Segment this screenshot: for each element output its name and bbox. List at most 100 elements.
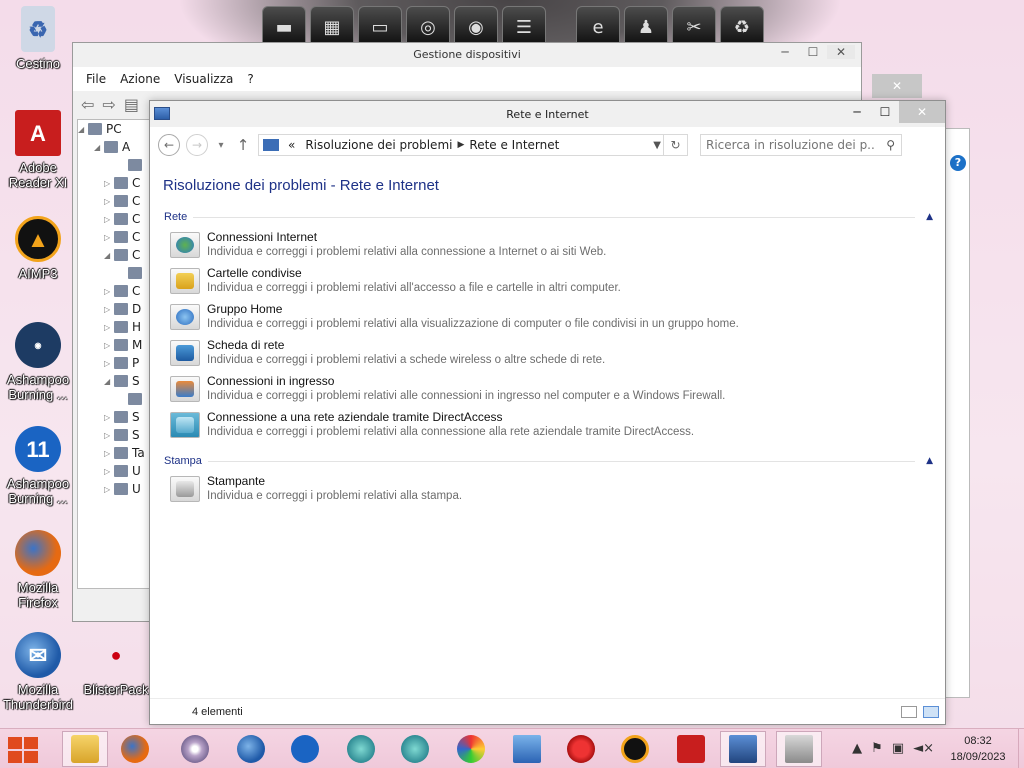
desktop-icon-ashampoo-11[interactable]: 11 Ashampoo Burning ... [0,426,76,506]
troubleshooter-item[interactable]: Cartelle condivise Individua e correggi … [150,263,945,299]
taskbar-paint[interactable] [448,731,494,767]
help-icon[interactable]: ? [950,155,966,171]
collapse-chevron-icon[interactable]: ▲ [926,212,933,222]
desktop-icon-cestino[interactable]: ♻ Cestino [0,6,76,71]
breadcrumb-rete-internet[interactable]: Rete e Internet [464,138,564,152]
taskbar-globe[interactable] [338,731,384,767]
item-title[interactable]: Connessioni in ingresso [207,374,725,389]
taskbar-hat[interactable] [558,731,604,767]
volume-muted-icon[interactable]: ◄× [913,741,934,756]
troubleshooter-item[interactable]: Scheda di rete Individua e correggi i pr… [150,335,945,371]
troubleshooting-window[interactable]: Rete e Internet ─ ☐ ✕ ← → ▾ ↑ « Risoluzi… [149,100,946,725]
item-title[interactable]: Cartelle condivise [207,266,621,281]
up-arrow-icon[interactable]: ↑ [234,136,252,154]
window-titlebar[interactable]: Rete e Internet ─ ☐ ✕ [150,101,945,127]
tree-node[interactable]: ▷ Ta [78,444,150,462]
tree-node[interactable] [78,156,150,174]
tree-node[interactable]: ▷ P [78,354,150,372]
taskbar-aimp[interactable] [612,731,658,767]
tree-node[interactable]: ▷ S [78,426,150,444]
network-status-icon[interactable]: ▣ [892,741,904,756]
troubleshooter-item[interactable]: Stampante Individua e correggi i problem… [150,471,945,507]
troubleshooter-item[interactable]: Connessioni Internet Individua e corregg… [150,227,945,263]
large-icons-view-icon[interactable] [923,705,939,718]
maximize-icon[interactable]: ☐ [799,45,827,59]
taskbar-clock[interactable]: 08:32 18/09/2023 [938,729,1019,768]
taskbar-device-manager[interactable] [776,731,822,767]
taskbar-file-explorer[interactable] [62,731,108,767]
menu-file[interactable]: File [79,72,113,86]
item-title[interactable]: Gruppo Home [207,302,739,317]
show-desktop-button[interactable] [1018,729,1024,768]
back-button[interactable]: ← [158,134,180,156]
desktop-icon-ashampoo-compact[interactable]: ◉ Ashampoo Burning ... [0,322,76,402]
item-title[interactable]: Stampante [207,474,462,489]
collapse-chevron-icon[interactable]: ▲ [926,456,933,466]
tree-node[interactable]: ▷ U [78,462,150,480]
tree-node[interactable]: ▷ C [78,210,150,228]
maximize-icon[interactable]: ☐ [871,101,899,123]
troubleshooter-item[interactable]: Connessione a una rete aziendale tramite… [150,407,945,443]
item-title[interactable]: Scheda di rete [207,338,605,353]
tree-node[interactable]: ▷ D [78,300,150,318]
tree-node[interactable]: ▷ C [78,228,150,246]
refresh-icon[interactable]: ↻ [663,135,687,155]
address-dropdown-icon[interactable]: ▼ [653,140,661,151]
item-title[interactable]: Connessione a una rete aziendale tramite… [207,410,694,425]
close-icon[interactable]: ✕ [899,101,945,123]
tree-root[interactable]: ◢ PC [78,120,150,138]
taskbar-windows[interactable] [504,731,550,767]
tree-node[interactable] [78,390,150,408]
forward-button[interactable]: → [186,134,208,156]
tree-node[interactable]: ▷ H [78,318,150,336]
minimize-icon[interactable]: ─ [771,45,799,59]
group-header-rete[interactable]: Rete ▲ [164,207,933,227]
forward-arrow-icon[interactable]: ⇨ [102,95,115,114]
recent-pages-chevron-icon[interactable]: ▾ [214,140,228,151]
address-bar[interactable]: « Risoluzione dei problemi ▶ Rete e Inte… [258,134,688,156]
troubleshooter-item[interactable]: Gruppo Home Individua e correggi i probl… [150,299,945,335]
search-input[interactable] [706,138,876,152]
troubleshooter-item[interactable]: Connessioni in ingresso Individua e corr… [150,371,945,407]
taskbar-firefox[interactable] [112,731,158,767]
tree-node[interactable]: ◢ A [78,138,150,156]
tree-node[interactable]: ▷ M [78,336,150,354]
taskbar-control-panel[interactable] [720,731,766,767]
desktop-icon-aimp[interactable]: ▲ AIMP3 [0,216,76,281]
search-box[interactable]: ⚲ [700,134,902,156]
taskbar-dvd[interactable] [172,731,218,767]
tree-node[interactable]: ▷ S [78,408,150,426]
back-arrow-icon[interactable]: ⇦ [81,95,94,114]
start-button[interactable] [8,737,38,763]
search-icon[interactable]: ⚲ [886,138,895,152]
breadcrumb-overflow[interactable]: « [283,138,300,152]
action-center-flag-icon[interactable]: ⚑ [871,741,883,756]
menu-azione[interactable]: Azione [113,72,167,86]
tree-node[interactable]: ▷ C [78,174,150,192]
breadcrumb-separator-icon[interactable]: ▶ [457,140,464,150]
device-tree[interactable]: ◢ PC ◢ A ▷ C ▷ C ▷ C ▷ C ◢ C ▷ C ▷ D ▷ H ▷ M ▷ P ◢ S … [77,119,151,589]
item-title[interactable]: Connessioni Internet [207,230,606,245]
tree-node[interactable] [78,264,150,282]
minimize-icon[interactable]: ─ [843,101,871,123]
menu-visualizza[interactable]: Visualizza [167,72,240,86]
group-header-stampa[interactable]: Stampa ▲ [164,451,933,471]
desktop-icon-thunderbird[interactable]: ✉ Mozilla Thunderbird [0,632,76,712]
menu-help[interactable]: ? [240,72,260,86]
desktop-icon-adobe-reader[interactable]: A Adobe Reader XI [0,110,76,190]
breadcrumb-risoluzione[interactable]: Risoluzione dei problemi [300,138,457,152]
show-hidden-icons-chevron-icon[interactable]: ▲ [852,741,862,756]
desktop-icon-firefox[interactable]: Mozilla Firefox [0,530,76,610]
tree-node[interactable]: ◢ S [78,372,150,390]
taskbar-ashampoo[interactable] [282,731,328,767]
details-view-icon[interactable] [901,705,917,718]
close-icon[interactable]: ✕ [827,45,855,59]
tree-node[interactable]: ▷ C [78,282,150,300]
tree-node[interactable]: ▷ U [78,480,150,498]
tree-node[interactable]: ▷ C [78,192,150,210]
taskbar-globe2[interactable] [392,731,438,767]
desktop-icon-blisterpack[interactable]: ● BlisterPack [78,632,154,698]
tree-node[interactable]: ◢ C [78,246,150,264]
back-window-close-icon[interactable]: ✕ [872,74,922,98]
taskbar-adobe-reader[interactable] [668,731,714,767]
